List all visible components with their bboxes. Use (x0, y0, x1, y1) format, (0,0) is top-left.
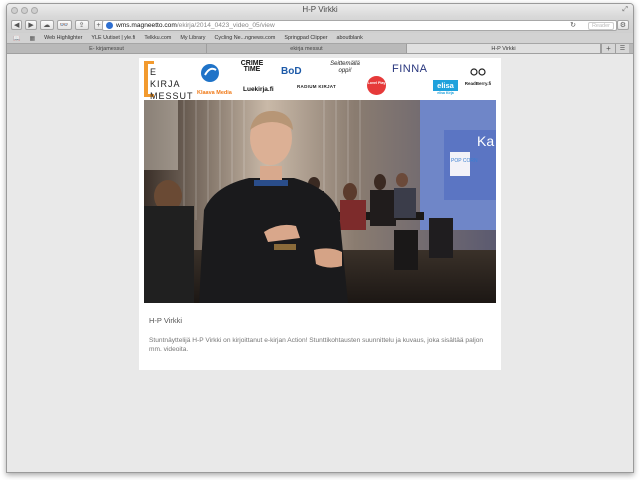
tab-bar: E- kirjamessut ekirja messut H-P Virkki … (7, 43, 633, 54)
bookmark-item[interactable]: My Library (180, 35, 205, 41)
tab-hp-virkki[interactable]: H-P Virkki (407, 44, 601, 53)
seittemalla-logo[interactable]: Seittemällä oppi! (323, 61, 367, 75)
bookmark-item[interactable]: Springpad Clipper (284, 35, 327, 41)
site-globe-icon (106, 22, 113, 29)
add-tab-button[interactable]: + (601, 44, 615, 53)
back-button[interactable]: ◀ (11, 20, 23, 30)
bookmark-item[interactable]: Cycling Ne...ngnews.com (215, 35, 276, 41)
klaava-emblem-icon (201, 64, 219, 82)
url-path: /ekirja/2014_0423_video_05/view (176, 22, 275, 29)
klaava-media-logo[interactable]: Klaava Media (197, 62, 235, 96)
finna-logo[interactable]: FINNA (392, 63, 428, 75)
video-description: Stuntnäyttelijä H-P Virkki on kirjoittan… (149, 337, 484, 353)
content-card: E KIRJA MESSUT Klaava Media CRIME TIME L… (139, 58, 501, 370)
bookmarks-bar: 📖 ▦ Web Highlighter YLE Uutiset | yle.fi… (7, 33, 633, 43)
sponsor-logos: E KIRJA MESSUT Klaava Media CRIME TIME L… (139, 58, 501, 101)
popcorn-text: POP CORN (451, 158, 478, 164)
elisa-logo[interactable]: elisa elisa Kirja (433, 80, 458, 95)
tab-ekirja-messut[interactable]: ekirja messut (207, 44, 407, 53)
browser-toolbar: ◀ ▶ ☁ 👓 ⇪ + wms.magneetto.com/ekirja/201… (7, 17, 633, 33)
radium-kirjat-logo[interactable]: RADIUM KIRJAT (297, 84, 336, 89)
bookmark-item[interactable]: YLE Uutiset | yle.fi (91, 35, 135, 41)
video-title: H-P Virkki (149, 316, 183, 325)
bookmark-item[interactable]: Telkku.com (144, 35, 171, 41)
window-title: H-P Virkki (302, 5, 338, 14)
bookmarks-book-icon[interactable]: 📖 (13, 35, 20, 42)
screen-text: Ka (477, 133, 494, 149)
settings-gear-button[interactable]: ⚙ (616, 20, 629, 30)
top-sites-grid-icon[interactable]: ▦ (29, 35, 35, 42)
readberry-logo[interactable]: ReadBerry.fi (459, 63, 497, 86)
bod-logo[interactable]: BoD (281, 66, 302, 77)
luekirja-logo[interactable]: Luekirja.fi (243, 86, 274, 93)
forward-button[interactable]: ▶ (25, 20, 37, 30)
bookmark-item[interactable]: Web Highlighter (44, 35, 82, 41)
tab-ekirjamessut[interactable]: E- kirjamessut (7, 44, 207, 53)
video-frame-image: Ka POP CORN (144, 100, 496, 303)
fullscreen-icon[interactable]: ⤢ (622, 6, 628, 14)
ekirjamessut-logo[interactable]: E KIRJA MESSUT (144, 61, 193, 101)
reading-list-button[interactable]: 👓 (56, 20, 72, 30)
browser-window: H-P Virkki ⤢ ◀ ▶ ☁ 👓 ⇪ + wms.magneetto.c… (6, 3, 634, 473)
crime-time-logo[interactable]: CRIME TIME (239, 60, 265, 73)
icloud-tabs-button[interactable]: ☁ (39, 20, 54, 30)
tab-label: ekirja messut (290, 46, 323, 52)
url-domain: wms.magneetto.com (116, 22, 177, 29)
address-bar[interactable]: wms.magneetto.com/ekirja/2014_0423_video… (102, 20, 617, 31)
tab-label: E- kirjamessut (89, 46, 124, 52)
tab-overview-button[interactable]: ☰ (615, 44, 629, 53)
page-viewport: E KIRJA MESSUT Klaava Media CRIME TIME L… (7, 54, 633, 472)
readberry-glasses-icon (470, 68, 486, 76)
tab-label: H-P Virkki (491, 46, 516, 52)
title-bar: H-P Virkki ⤢ (7, 4, 633, 17)
share-button[interactable]: ⇪ (74, 20, 89, 30)
bookmark-item[interactable]: aboutblank (337, 35, 363, 41)
reader-button[interactable]: Reader (587, 22, 614, 30)
video-still[interactable]: Ka POP CORN (144, 100, 496, 303)
reload-icon[interactable]: ↻ (570, 21, 576, 29)
lovelay-logo[interactable]: Lovel Play (367, 76, 386, 95)
